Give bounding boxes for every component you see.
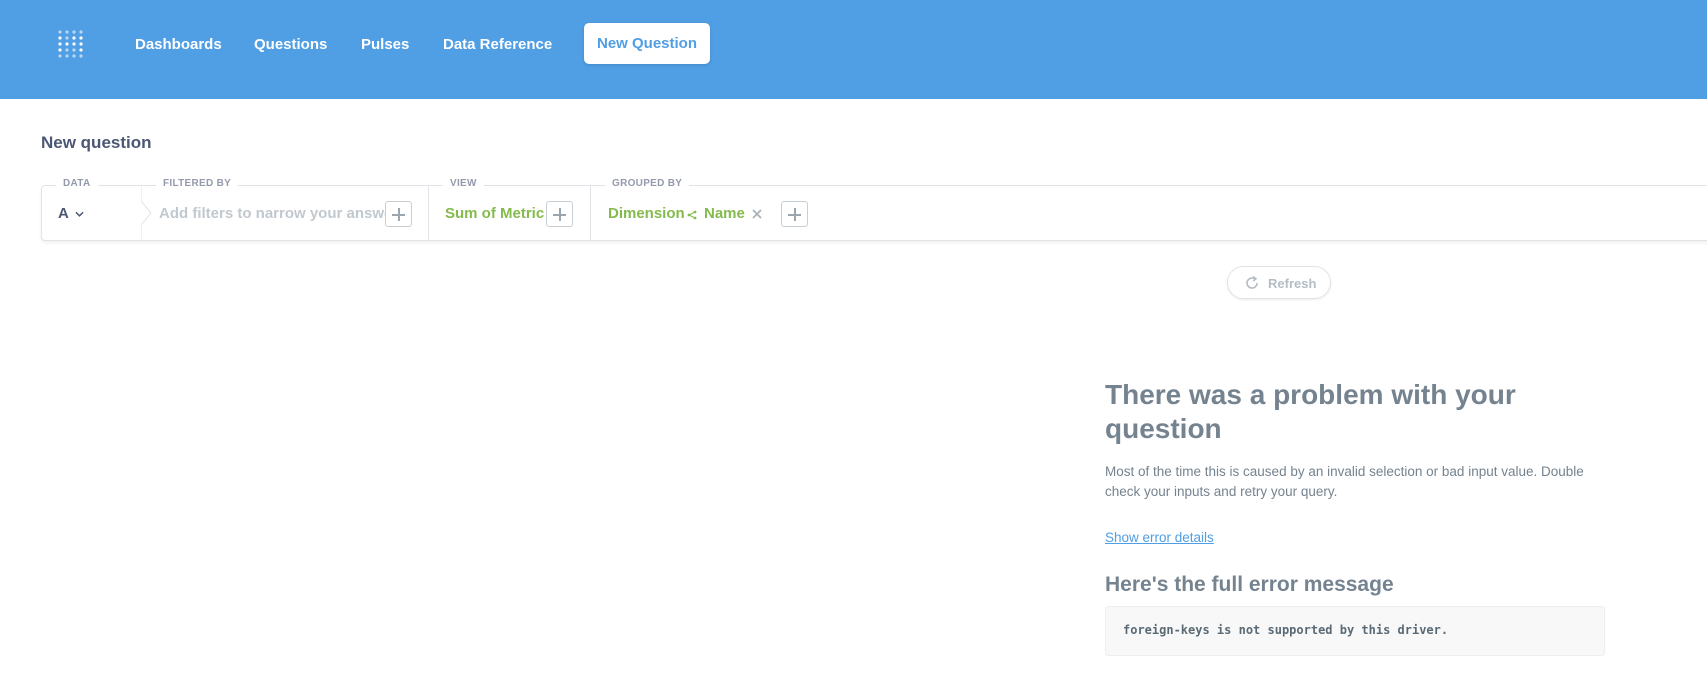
top-navbar: Dashboards Questions Pulses Data Referen…: [0, 0, 1707, 99]
breakout-field-name: Name: [704, 205, 745, 222]
filter-section-label: FILTERED BY: [156, 178, 239, 189]
view-aggregation[interactable]: Sum of Metric: [445, 205, 544, 222]
refresh-label: Refresh: [1268, 276, 1317, 291]
add-filters-placeholder[interactable]: Add filters to narrow your answer: [159, 205, 398, 222]
divider: [590, 186, 591, 241]
error-message: foreign-keys is not supported by this dr…: [1123, 623, 1449, 637]
query-builder: DATA A FILTERED BY Add filters to narrow…: [41, 178, 1707, 241]
page-title: New question: [41, 133, 152, 152]
nav-link-data-reference[interactable]: Data Reference: [443, 36, 552, 56]
view-section-label: VIEW: [443, 178, 484, 189]
data-section-label: DATA: [56, 178, 98, 189]
new-question-button[interactable]: New Question: [584, 23, 710, 64]
breakout-field[interactable]: Dimension Name: [608, 205, 745, 225]
show-error-details-link[interactable]: Show error details: [1105, 530, 1214, 545]
divider: [428, 186, 429, 241]
chevron-down-icon: [75, 211, 84, 217]
section-divider-arrow: [141, 185, 152, 241]
nav-link-pulses[interactable]: Pulses: [361, 36, 409, 56]
data-source-value: A: [58, 205, 69, 222]
breakout-dimension: Dimension: [608, 205, 685, 222]
error-title: There was a problem with your question: [1105, 379, 1516, 444]
group-section-label: GROUPED BY: [605, 178, 690, 189]
error-subtitle: Here's the full error message: [1105, 573, 1394, 596]
connection-icon: [687, 210, 697, 220]
refresh-button[interactable]: Refresh: [1227, 266, 1331, 299]
nav-link-dashboards[interactable]: Dashboards: [135, 36, 222, 56]
add-breakout-button[interactable]: [781, 201, 808, 227]
error-message-box: foreign-keys is not supported by this dr…: [1105, 606, 1605, 656]
refresh-icon: [1246, 275, 1258, 289]
remove-breakout-icon[interactable]: [752, 209, 762, 219]
data-source-select[interactable]: A: [58, 205, 98, 225]
add-aggregation-button[interactable]: [546, 201, 573, 227]
nav-link-questions[interactable]: Questions: [254, 36, 327, 56]
error-description: Most of the time this is caused by an in…: [1105, 464, 1584, 499]
add-filter-button[interactable]: [385, 201, 412, 227]
metabase-logo-icon[interactable]: [57, 28, 85, 58]
